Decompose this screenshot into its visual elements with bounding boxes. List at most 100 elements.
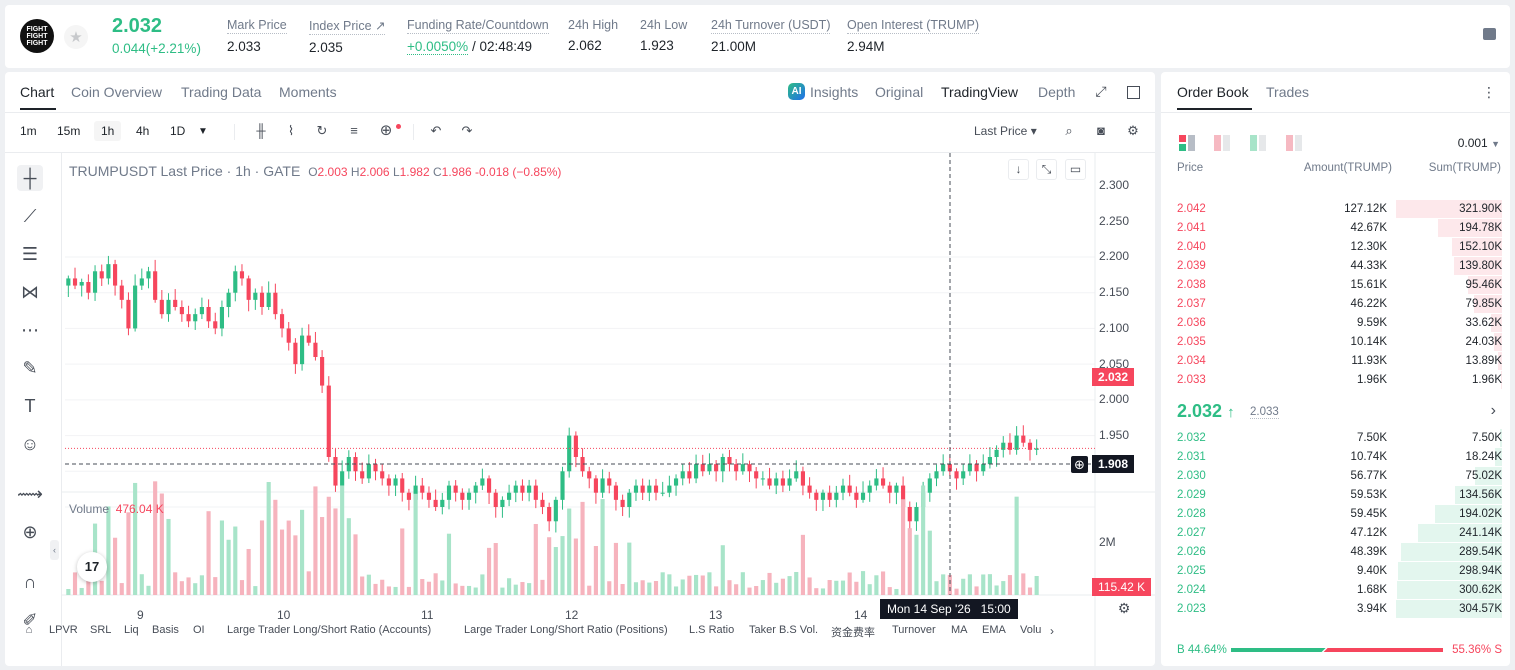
bid-row[interactable]: 2.032 7.50K 7.50K <box>1161 429 1510 448</box>
ask-row[interactable]: 2.037 46.22K 79.85K <box>1161 295 1510 314</box>
row-price: 2.025 <box>1177 565 1206 577</box>
turnover-24h-stat[interactable]: 24h Turnover (USDT) 21.00M <box>711 18 831 54</box>
ask-row[interactable]: 2.035 10.14K 24.03K <box>1161 333 1510 352</box>
chevron-right-icon[interactable]: › <box>1491 402 1496 420</box>
favorite-star-icon[interactable]: ★ <box>64 25 88 49</box>
volume-bar <box>854 581 859 595</box>
volume-bar <box>921 485 926 595</box>
open-interest-stat[interactable]: Open Interest (TRUMP) 2.94M <box>847 18 979 54</box>
volume-bar <box>139 574 144 595</box>
price-chart[interactable] <box>5 72 1155 666</box>
time-tick: 11 <box>421 608 434 622</box>
funding-rate-stat[interactable]: Funding Rate/Countdown +0.0050% / 02:48:… <box>407 18 549 55</box>
mid-price[interactable]: 2.032 ↑ <box>1177 401 1235 422</box>
ask-row[interactable]: 2.034 11.93K 13.89K <box>1161 352 1510 371</box>
ask-row[interactable]: 2.039 44.33K 139.80K <box>1161 257 1510 276</box>
time-tick: 14 <box>854 608 868 622</box>
indicator-lpvr[interactable]: LPVR <box>49 624 78 636</box>
candle-body <box>106 264 111 279</box>
tab-trades[interactable]: Trades <box>1266 84 1309 100</box>
bid-row[interactable]: 2.027 47.12K 241.14K <box>1161 524 1510 543</box>
add-alert-icon[interactable]: ⊕ <box>1071 456 1088 473</box>
candle-body <box>894 485 899 493</box>
chart-settings-icon[interactable]: ⚙ <box>1117 601 1131 615</box>
candle-body <box>740 464 745 472</box>
candle-body <box>253 292 258 300</box>
candle-body <box>613 485 619 500</box>
bid-row[interactable]: 2.031 10.74K 18.24K <box>1161 448 1510 467</box>
indicator-large-trader-positions[interactable]: Large Trader Long/Short Ratio (Positions… <box>464 624 668 636</box>
index-price-stat[interactable]: Index Price ↗ 2.035 <box>309 18 386 55</box>
bid-row[interactable]: 2.030 56.77K 75.02K <box>1161 467 1510 486</box>
row-sum: 152.10K <box>1459 241 1502 253</box>
notebook-icon[interactable] <box>1483 28 1496 40</box>
row-amount: 10.14K <box>1350 336 1387 348</box>
bid-row[interactable]: 2.028 59.45K 194.02K <box>1161 505 1510 524</box>
lock-icon[interactable]: ⌂ <box>22 624 36 636</box>
stat-label: Mark Price <box>227 18 287 34</box>
volume-bar <box>313 486 318 595</box>
more-icon[interactable]: ⋮ <box>1482 84 1496 101</box>
view-asks-icon[interactable] <box>1286 135 1303 151</box>
view-bids-icon[interactable] <box>1250 135 1267 151</box>
indicators-next-icon[interactable]: › <box>1050 624 1054 638</box>
candle-body <box>500 499 505 507</box>
indicator-funding-rate[interactable]: 资金费率 <box>831 624 875 640</box>
indicator-liq[interactable]: Liq <box>124 624 139 636</box>
bid-row[interactable]: 2.024 1.68K 300.62K <box>1161 581 1510 600</box>
row-amount: 7.50K <box>1356 432 1387 444</box>
volume-bar <box>553 547 558 595</box>
candle-body <box>547 507 552 522</box>
candle-body <box>246 278 251 300</box>
precision-value: 0.001 <box>1457 136 1488 150</box>
funding-rate-value: +0.0050% <box>407 39 469 55</box>
volume-bar <box>987 574 992 595</box>
candle-body <box>99 271 104 279</box>
indicator-large-trader-accounts[interactable]: Large Trader Long/Short Ratio (Accounts) <box>227 624 431 636</box>
bid-row[interactable]: 2.023 3.94K 304.57K <box>1161 600 1510 619</box>
volume-bar <box>560 536 565 595</box>
indicator-turnover[interactable]: Turnover <box>892 624 936 636</box>
volume-bar <box>687 575 692 595</box>
mark-price-stat[interactable]: Mark Price 2.033 <box>227 18 287 54</box>
row-price: 2.034 <box>1177 355 1206 367</box>
volume-bar <box>1007 575 1013 595</box>
stat-label: 24h Low <box>640 18 688 32</box>
stat-label: Open Interest (TRUMP) <box>847 18 979 34</box>
indicator-ls-ratio[interactable]: L.S Ratio <box>689 624 734 636</box>
volume-bar <box>360 576 365 595</box>
time-tick: 10 <box>277 608 291 622</box>
candle-body <box>974 464 979 472</box>
indicator-ma[interactable]: MA <box>951 624 968 636</box>
indicator-taker-vol[interactable]: Taker B.S Vol. <box>749 624 818 636</box>
bid-row[interactable]: 2.026 48.39K 289.54K <box>1161 543 1510 562</box>
bid-row[interactable]: 2.025 9.40K 298.94K <box>1161 562 1510 581</box>
indicator-srl[interactable]: SRL <box>90 624 111 636</box>
volume-bar <box>99 580 104 595</box>
ask-row[interactable]: 2.038 15.61K 95.46K <box>1161 276 1510 295</box>
precision-select[interactable]: 0.001 ▼ <box>1458 136 1500 150</box>
ask-row[interactable]: 2.036 9.59K 33.62K <box>1161 314 1510 333</box>
view-asks-bids-icon[interactable] <box>1214 135 1231 151</box>
bid-row[interactable]: 2.029 59.53K 134.56K <box>1161 486 1510 505</box>
candle-body <box>860 492 866 500</box>
ask-row[interactable]: 2.041 42.67K 194.78K <box>1161 219 1510 238</box>
candle-body <box>72 278 78 286</box>
ask-row[interactable]: 2.040 12.30K 152.10K <box>1161 238 1510 257</box>
ask-row[interactable]: 2.042 127.12K 321.90K <box>1161 200 1510 219</box>
candle-body <box>119 285 124 300</box>
indicator-ema[interactable]: EMA <box>982 624 1006 636</box>
row-sum: 13.89K <box>1465 355 1502 367</box>
view-both-icon[interactable] <box>1179 135 1196 151</box>
tab-order-book[interactable]: Order Book <box>1177 84 1249 100</box>
time-tick: 12 <box>565 608 579 622</box>
row-price: 2.027 <box>1177 527 1206 539</box>
row-sum: 134.56K <box>1459 489 1502 501</box>
candle-body <box>567 435 572 472</box>
indicator-volume[interactable]: Volu <box>1020 624 1041 636</box>
indicator-oi[interactable]: OI <box>193 624 205 636</box>
indicator-basis[interactable]: Basis <box>152 624 179 636</box>
tradingview-logo[interactable]: 17 <box>77 552 107 582</box>
candle-body <box>446 485 452 500</box>
ask-row[interactable]: 2.033 1.96K 1.96K <box>1161 371 1510 390</box>
